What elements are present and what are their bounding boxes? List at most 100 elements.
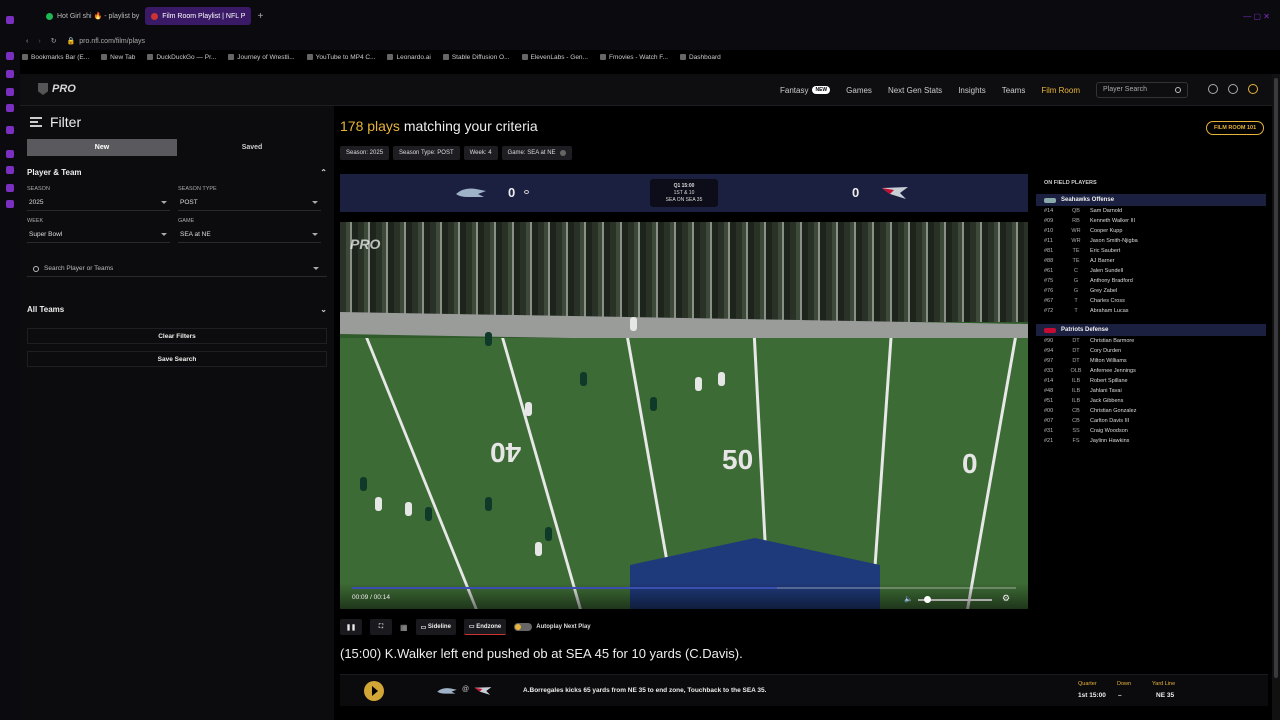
- bookmark[interactable]: Leonardo.ai: [387, 54, 431, 61]
- player-row[interactable]: #67 T Charles Cross: [1036, 296, 1266, 306]
- player-row[interactable]: #14 QB Sam Darnold: [1036, 206, 1266, 216]
- player-team-search[interactable]: Search Player or Teams: [27, 261, 327, 277]
- filter-icon[interactable]: [30, 117, 42, 127]
- player-row[interactable]: #51 ILB Jack Gibbens: [1036, 396, 1266, 406]
- player-row[interactable]: #33 OLB Anfernee Jennings: [1036, 366, 1266, 376]
- bookmark[interactable]: Dashboard: [679, 54, 721, 61]
- app-icon[interactable]: [6, 150, 14, 158]
- player-row[interactable]: #97 DT Milton Williams: [1036, 356, 1266, 366]
- nav-teams[interactable]: Teams: [1002, 86, 1026, 95]
- nav-next-gen-stats[interactable]: Next Gen Stats: [888, 86, 942, 95]
- player-row[interactable]: #76 G Grey Zabel: [1036, 286, 1266, 296]
- filter-chip[interactable]: Season Type: POST: [393, 146, 460, 160]
- season-type-select[interactable]: POST: [178, 195, 321, 211]
- autoplay-toggle[interactable]: Autoplay Next Play: [514, 623, 591, 631]
- pause-button[interactable]: ❚❚: [340, 619, 362, 635]
- player-team-section[interactable]: Player & Team ⌃: [27, 168, 327, 177]
- app-icon[interactable]: [6, 200, 14, 208]
- patriots-defense-header[interactable]: Patriots Defense: [1036, 324, 1266, 336]
- app-icon[interactable]: [6, 184, 14, 192]
- twitch-icon[interactable]: [6, 126, 14, 134]
- app-icon[interactable]: [6, 88, 14, 96]
- endzone-view-button[interactable]: ▭ Endzone: [463, 619, 507, 635]
- player-row[interactable]: #81 TE Eric Saubert: [1036, 246, 1266, 256]
- nav-fantasy[interactable]: Fantasy NEW: [780, 86, 831, 95]
- filter-chip[interactable]: Game: SEA at NE: [501, 146, 572, 160]
- app-icon[interactable]: [6, 166, 14, 174]
- player-row[interactable]: #10 WR Cooper Kupp: [1036, 226, 1266, 236]
- tab-saved[interactable]: Saved: [177, 139, 327, 156]
- bookmark[interactable]: Stable Diffusion O...: [442, 54, 510, 61]
- settings-icon[interactable]: ⚙: [1002, 593, 1010, 604]
- account-icon[interactable]: [1208, 84, 1218, 94]
- mute-icon[interactable]: 🔈: [904, 595, 913, 603]
- browser-tab-active[interactable]: Film Room Playlist | NFL P: [145, 7, 252, 25]
- filter-chip[interactable]: Season: 2025: [340, 146, 390, 160]
- bookmark[interactable]: New Tab: [101, 54, 135, 61]
- reload-icon[interactable]: ↻: [45, 37, 63, 45]
- sparkle-icon[interactable]: [1248, 84, 1258, 94]
- bookmark[interactable]: Fmovies - Watch F...: [599, 54, 668, 61]
- browser-tab[interactable]: Hot Girl shi 🔥 - playlist by: [40, 7, 145, 25]
- seahawks-offense-header[interactable]: Seahawks Offense: [1036, 194, 1266, 206]
- player-row[interactable]: #14 ILB Robert Spillane: [1036, 376, 1266, 386]
- nav-games[interactable]: Games: [846, 86, 872, 95]
- player-pos: QB: [1072, 208, 1080, 214]
- filter-chip[interactable]: Week: 4: [463, 146, 498, 160]
- toggle-switch[interactable]: [514, 623, 533, 631]
- play-list-row[interactable]: @ A.Borregales kicks 65 yards from NE 35…: [340, 674, 1268, 706]
- player-row[interactable]: #61 C Jalen Sundell: [1036, 266, 1266, 276]
- nav-film-room[interactable]: Film Room: [1041, 86, 1080, 95]
- player-search-input[interactable]: Player Search: [1096, 82, 1188, 98]
- bookmark[interactable]: ElevenLabs - Gen...: [521, 54, 588, 61]
- app-icon[interactable]: [6, 52, 14, 60]
- player-row[interactable]: #48 ILB Jahlani Tavai: [1036, 386, 1266, 396]
- url-field[interactable]: pro.nfl.com/film/plays: [79, 38, 145, 45]
- save-search-button[interactable]: Save Search: [27, 351, 327, 367]
- player-row[interactable]: #94 DT Cory Durden: [1036, 346, 1266, 356]
- week-select[interactable]: Super Bowl: [27, 227, 170, 243]
- window-controls[interactable]: — ▢ ✕: [1243, 12, 1280, 21]
- volume-knob[interactable]: [924, 596, 931, 603]
- sideline-view-button[interactable]: ▭ Sideline: [415, 619, 456, 635]
- search-icon[interactable]: [1175, 87, 1181, 93]
- player-row[interactable]: #31 SS Craig Woodson: [1036, 426, 1266, 436]
- page-scrollbar[interactable]: [1272, 74, 1280, 720]
- bookmark[interactable]: YouTube to MP4 C...: [306, 54, 375, 61]
- all-teams-section[interactable]: All Teams ⌄: [27, 305, 327, 314]
- bookmark[interactable]: DuckDuckGo — Pr...: [147, 54, 216, 61]
- player-row[interactable]: #21 FS Jaylinn Hawkins: [1036, 436, 1266, 446]
- player-row[interactable]: #00 CB Christian Gonzalez: [1036, 406, 1266, 416]
- player-row[interactable]: #09 RB Kenneth Walker III: [1036, 216, 1266, 226]
- tab-new[interactable]: New: [27, 139, 177, 156]
- play-button[interactable]: [364, 681, 384, 701]
- player-row[interactable]: #11 WR Jaxon Smith-Njigba: [1036, 236, 1266, 246]
- nav-insights[interactable]: Insights: [958, 86, 986, 95]
- help-icon[interactable]: [1228, 84, 1238, 94]
- app-icon[interactable]: [6, 70, 14, 78]
- nfl-pro-logo[interactable]: PRO: [38, 83, 76, 95]
- game-select[interactable]: SEA at NE: [178, 227, 321, 243]
- player-name: Kenneth Walker III: [1090, 218, 1136, 224]
- player-row[interactable]: #72 T Abraham Lucas: [1036, 306, 1266, 316]
- purple-app-icon[interactable]: [6, 16, 14, 24]
- player-row[interactable]: #88 TE AJ Barner: [1036, 256, 1266, 266]
- scrollbar-thumb[interactable]: [1274, 78, 1278, 678]
- video-progress-bar[interactable]: [352, 587, 1016, 589]
- season-select[interactable]: 2025: [27, 195, 170, 211]
- app-icon[interactable]: [6, 104, 14, 112]
- remove-chip-icon[interactable]: [559, 150, 566, 156]
- player-row[interactable]: #75 G Anthony Bradford: [1036, 276, 1266, 286]
- player-row[interactable]: #07 CB Carlton Davis III: [1036, 416, 1266, 426]
- film-room-101-button[interactable]: FILM ROOM 101: [1206, 121, 1265, 135]
- player-row[interactable]: #90 DT Christian Barmore: [1036, 336, 1266, 346]
- new-tab-icon[interactable]: +: [251, 11, 269, 22]
- forward-icon[interactable]: ›: [34, 38, 44, 45]
- fullscreen-button[interactable]: ⛶: [370, 619, 392, 635]
- bookmark[interactable]: Bookmarks Bar (E...: [22, 54, 89, 61]
- bookmark[interactable]: Journey of Wrestli...: [228, 54, 295, 61]
- video-player[interactable]: 40 50 0 PRO 00:09 / 00:14 🔈 ⚙: [340, 222, 1028, 609]
- back-icon[interactable]: ‹: [20, 38, 34, 45]
- volume-slider[interactable]: [918, 596, 992, 603]
- clear-filters-button[interactable]: Clear Filters: [27, 328, 327, 344]
